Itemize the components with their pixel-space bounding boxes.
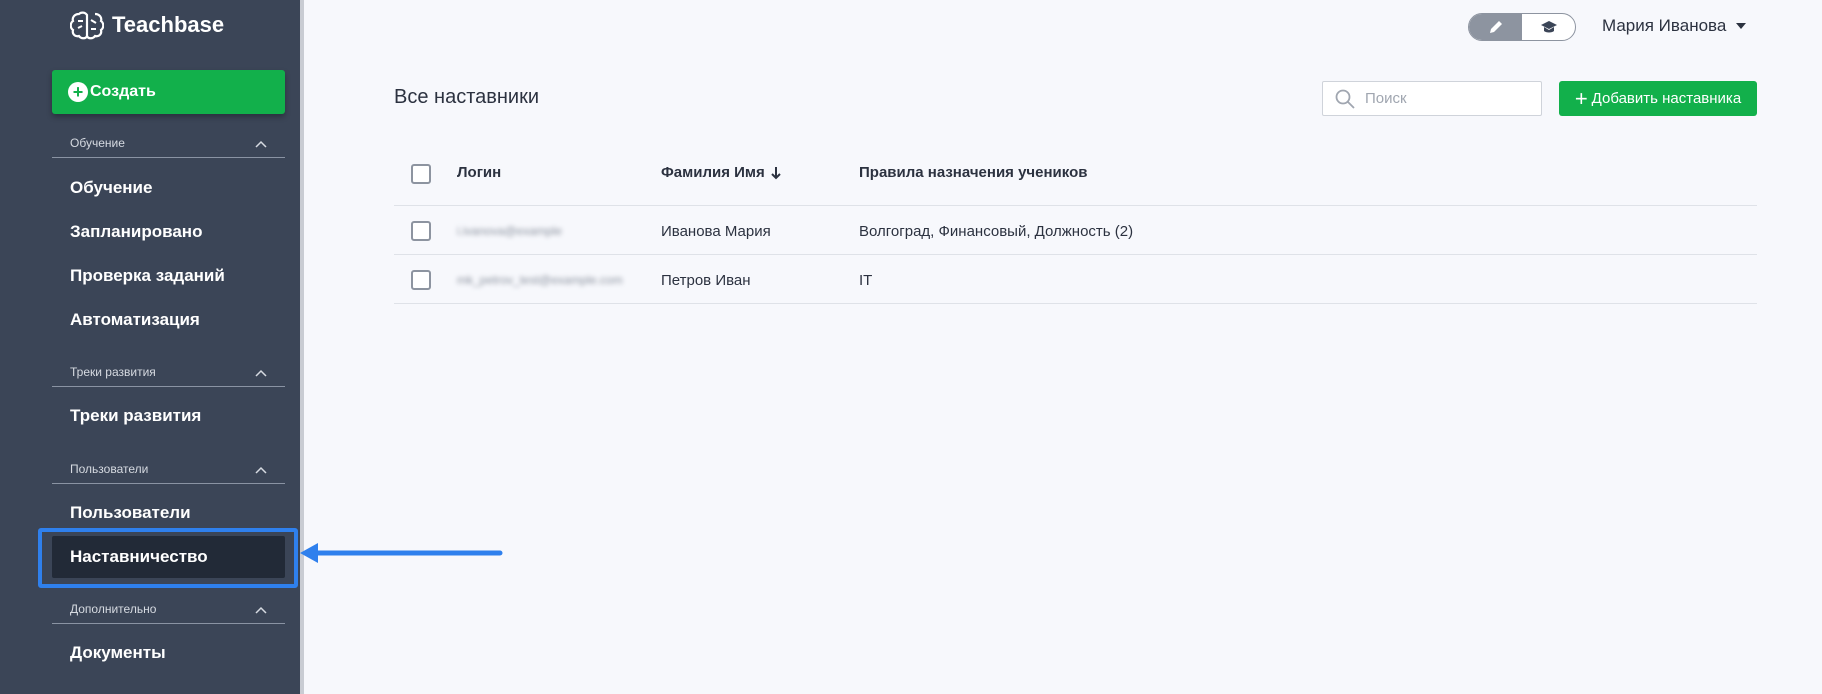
column-header-name[interactable]: Фамилия Имя [661,164,781,181]
create-button[interactable]: + Создать [52,70,285,114]
page-title: Все наставники [394,86,540,108]
chevron-up-icon [255,466,267,474]
graduation-cap-icon [1540,21,1557,33]
section-header-learning[interactable]: Обучение [52,136,285,158]
search-input[interactable] [1365,90,1525,107]
sidebar-item-task-review[interactable]: Проверка заданий [70,266,225,286]
plus-icon: + [1574,85,1588,111]
highlight-box [38,528,298,588]
brand-logo[interactable]: Teachbase [70,10,224,40]
section-title: Обучение [70,136,125,150]
user-menu[interactable]: Мария Иванова [1602,16,1747,36]
chevron-up-icon [255,606,267,614]
row-login: mk_petrov_test@example.com [457,273,623,287]
learner-mode-button[interactable] [1522,14,1575,40]
row-divider [394,254,1757,255]
sidebar-item-users[interactable]: Пользователи [70,503,191,523]
column-header-login[interactable]: Логин [457,164,501,181]
brand-name: Teachbase [112,12,225,37]
add-mentor-label: Добавить наставника [1591,90,1742,107]
sidebar-item-tracks[interactable]: Треки развития [70,406,201,426]
edit-mode-button[interactable] [1469,14,1522,40]
sidebar-scrollbar[interactable] [300,0,304,694]
row-name: Иванова Мария [661,223,771,240]
sidebar-item-scheduled[interactable]: Запланировано [70,222,202,242]
caret-down-icon [1736,23,1747,29]
row-rules: Волгоград, Финансовый, Должность (2) [859,223,1134,240]
column-header-rules[interactable]: Правила назначения учеников [859,164,1087,181]
search-icon [1335,89,1355,109]
section-title: Дополнительно [70,602,157,616]
add-mentor-button[interactable]: + Добавить наставника [1559,81,1757,116]
row-checkbox[interactable] [411,221,431,241]
section-title: Треки развития [70,365,156,379]
create-button-label: Создать [90,83,156,100]
sort-down-icon [771,166,781,179]
row-login: i.ivanova@example [457,224,562,238]
sidebar: Teachbase + Создать Обучение Обучение За… [0,0,304,694]
section-header-additional[interactable]: Дополнительно [52,602,285,624]
section-header-tracks[interactable]: Треки развития [52,365,285,387]
row-checkbox[interactable] [411,270,431,290]
brain-icon [70,11,104,40]
sidebar-item-automation[interactable]: Автоматизация [70,310,200,330]
chevron-up-icon [255,140,267,148]
user-name: Мария Иванова [1602,16,1727,35]
pencil-icon [1489,21,1502,33]
row-divider [394,303,1757,304]
section-title: Пользователи [70,462,149,476]
search-box[interactable] [1322,81,1542,116]
sidebar-item-learning[interactable]: Обучение [70,178,152,198]
annotation-arrow-icon [300,543,503,563]
select-all-checkbox[interactable] [411,164,431,184]
mode-toggle[interactable] [1468,13,1576,41]
row-name: Петров Иван [661,272,751,289]
row-divider [394,205,1757,206]
row-rules: IT [859,272,873,289]
sidebar-item-documents[interactable]: Документы [70,643,166,663]
section-header-users[interactable]: Пользователи [52,462,285,484]
chevron-up-icon [255,369,267,377]
plus-circle-icon: + [68,82,88,102]
column-header-name-label: Фамилия Имя [661,164,765,181]
